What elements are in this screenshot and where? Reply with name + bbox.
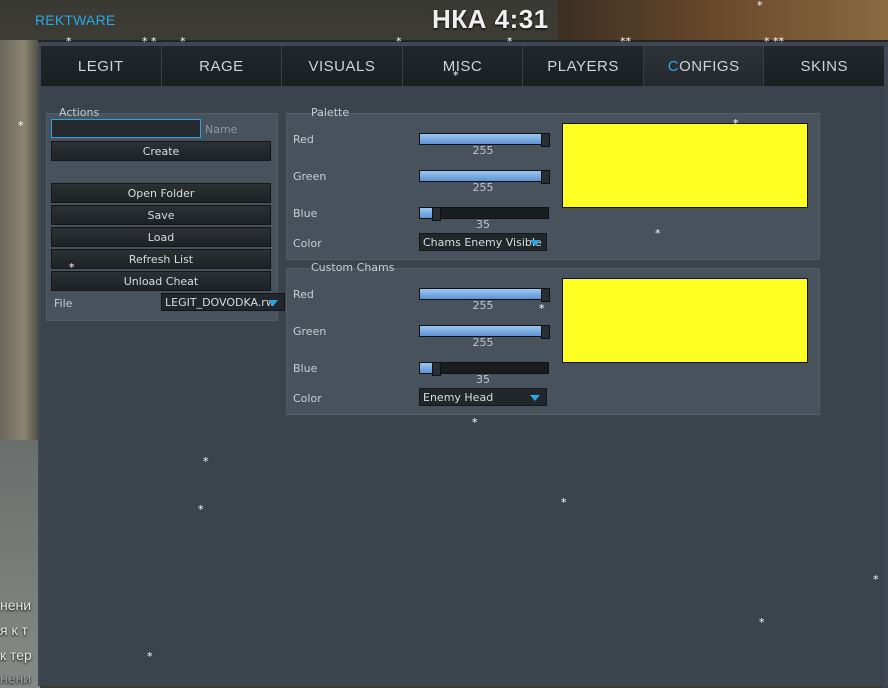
chevron-down-icon: [268, 300, 278, 306]
chams-red-label: Red: [293, 288, 314, 301]
snow-particle: *: [507, 35, 513, 48]
custom-chams-title: Custom Chams: [311, 261, 395, 274]
save-button[interactable]: Save: [51, 205, 271, 225]
chams-blue-value: 35: [476, 373, 490, 386]
config-name-hint: Name: [205, 123, 238, 136]
snow-particle: *: [180, 35, 186, 48]
chams-red-value: 255: [472, 299, 494, 312]
chams-green-value: 255: [472, 336, 494, 349]
snow-particle: *: [396, 35, 402, 48]
background-chat-line: нени: [0, 670, 32, 686]
palette-title: Palette: [311, 106, 350, 119]
hud-round-timer: НКА 4:31: [432, 4, 549, 35]
palette-color-swatch: [562, 123, 808, 208]
chams-color-label: Color: [293, 392, 322, 405]
snow-particle: *: [18, 119, 24, 132]
chams-color-value: Enemy Head: [423, 390, 494, 404]
open-folder-button[interactable]: Open Folder: [51, 183, 271, 203]
chams-red-fill: [420, 289, 548, 299]
chams-green-label: Green: [293, 325, 327, 338]
brand-title: REKTWARE: [35, 12, 116, 28]
config-name-input[interactable]: [51, 119, 201, 138]
palette-color-label: Color: [293, 237, 322, 250]
palette-red-value: 255: [472, 144, 494, 157]
palette-color-value: Chams Enemy Visible: [423, 235, 542, 249]
hud-prefix: НКА: [432, 4, 487, 34]
palette-group: Palette Red 255 Green 255 Blue 35 Color …: [286, 106, 820, 260]
palette-red-label: Red: [293, 133, 314, 146]
palette-green-label: Green: [293, 170, 327, 183]
tab-misc[interactable]: MISC: [402, 46, 524, 86]
file-dropdown-value: LEGIT_DOVODKA.rw: [165, 295, 275, 309]
tab-skins[interactable]: SKINS: [764, 46, 885, 86]
chevron-down-icon: [530, 395, 540, 401]
snow-particle: *: [759, 616, 765, 629]
custom-chams-group: Custom Chams Red 255 Green 255 Blue 35 C…: [286, 261, 820, 415]
snow-particle: * *: [142, 35, 157, 48]
create-button[interactable]: Create: [51, 141, 271, 161]
tab-configs-accent: C: [667, 57, 680, 75]
unload-cheat-button[interactable]: Unload Cheat: [51, 271, 271, 291]
file-dropdown[interactable]: LEGIT_DOVODKA.rw: [161, 293, 285, 311]
tab-configs-label: ONFIGS: [679, 57, 740, 75]
actions-group: Actions Name Create Open Folder Save Loa…: [46, 106, 285, 321]
palette-green-value: 255: [472, 181, 494, 194]
tab-visuals[interactable]: VISUALS: [282, 46, 403, 86]
actions-title: Actions: [59, 106, 100, 119]
snow-particle: *: [539, 302, 545, 315]
snow-particle: *: [198, 503, 204, 516]
load-button[interactable]: Load: [51, 227, 271, 247]
file-label: File: [54, 297, 73, 310]
snow-particle: *: [757, 0, 763, 12]
snow-particle: *: [561, 496, 567, 509]
background-chat-line: к тер: [0, 647, 32, 663]
snow-particle: *: [69, 261, 75, 274]
tab-rage[interactable]: RAGE: [161, 46, 283, 86]
refresh-list-button[interactable]: Refresh List: [51, 249, 271, 269]
chevron-down-icon: [530, 240, 540, 246]
snow-particle: *: [453, 69, 459, 82]
snow-particle: *: [66, 35, 72, 48]
palette-color-dropdown[interactable]: Chams Enemy Visible: [419, 233, 547, 251]
snow-particle: **: [620, 35, 631, 48]
configs-content: Actions Name Create Open Folder Save Loa…: [41, 86, 884, 686]
tab-configs[interactable]: C ONFIGS: [643, 46, 765, 86]
palette-red-fill: [420, 134, 548, 144]
background-chat-line: я к т: [0, 622, 28, 638]
tab-bar: LEGIT RAGE VISUALS MISC PLAYERS C ONFIGS …: [41, 46, 885, 86]
snow-particle: *: [873, 573, 879, 586]
snow-particle: *: [147, 650, 153, 663]
snow-particle: * **: [764, 35, 784, 48]
snow-particle: *: [733, 117, 739, 130]
top-bar: REKTWARE НКА 4:31: [0, 0, 888, 40]
tab-legit[interactable]: LEGIT: [41, 46, 162, 86]
chams-green-fill: [420, 326, 548, 336]
chams-blue-label: Blue: [293, 362, 318, 375]
palette-green-fill: [420, 171, 548, 181]
hud-timer-value: 4:31: [494, 4, 549, 34]
chams-color-dropdown[interactable]: Enemy Head: [419, 388, 547, 406]
snow-particle: *: [203, 455, 209, 468]
palette-blue-value: 35: [476, 218, 490, 231]
snow-particle: *: [472, 416, 478, 429]
tab-players[interactable]: PLAYERS: [523, 46, 644, 86]
background-chat-line: нени: [0, 597, 32, 613]
palette-blue-label: Blue: [293, 207, 318, 220]
chams-color-swatch: [562, 278, 808, 363]
snow-particle: *: [655, 227, 661, 240]
cheat-menu-window: LEGIT RAGE VISUALS MISC PLAYERS C ONFIGS …: [38, 40, 888, 686]
